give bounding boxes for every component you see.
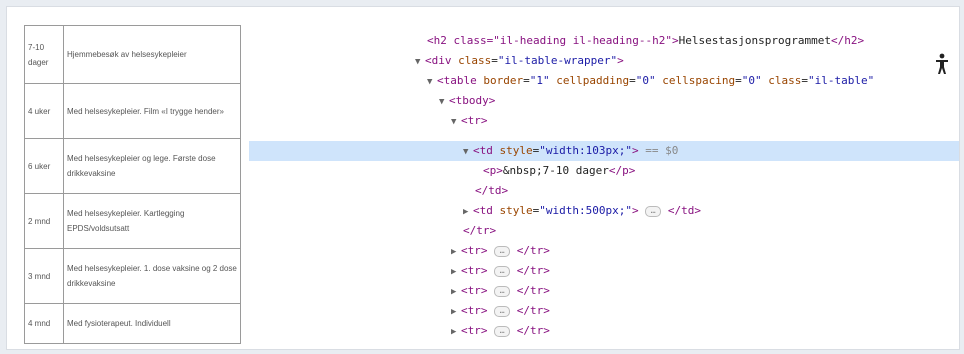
table-cellpadding-val: "0"	[635, 74, 656, 87]
td-tag: td	[479, 204, 493, 217]
expand-triangle-icon[interactable]: ▼	[451, 113, 461, 133]
collapsed-ellipsis-icon[interactable]: …	[494, 245, 511, 257]
td-style-attr: style	[499, 204, 533, 217]
tr-tag: tr	[467, 304, 481, 317]
td-close-tag: td	[681, 204, 695, 217]
collapsed-ellipsis-icon[interactable]: …	[494, 305, 511, 317]
tr-close-tag: tr	[530, 264, 544, 277]
collapsed-triangle-icon[interactable]: ▶	[463, 203, 473, 223]
helsestasjon-table: 7-10 dager Hjemmebesøk av helsesykepleier…	[24, 25, 241, 344]
node-tr[interactable]: ▼ <tr>	[451, 111, 959, 131]
table-border-val: "1"	[529, 74, 550, 87]
node-td-collapsed[interactable]: ▶ <td style="width:500px;"> … </td>	[463, 201, 959, 221]
collapsed-triangle-icon[interactable]: ▶	[451, 303, 461, 323]
description-cell: Med fysioterapeut. Individuell	[63, 303, 241, 344]
td-style-attr: style	[499, 144, 533, 157]
description-cell: Med helsesykepleier. 1. dose vaksine og …	[63, 248, 241, 304]
node-tr-collapsed[interactable]: ▶ <tr> … </tr>	[451, 281, 959, 301]
table-row: 7-10 dager Hjemmebesøk av helsesykepleier	[24, 25, 241, 84]
time-cell: 6 uker	[24, 138, 64, 194]
tr-close-tag: tr	[476, 224, 490, 237]
tr-tag: tr	[467, 114, 481, 127]
node-p[interactable]: <p>&nbsp;7-10 dager</p>	[483, 161, 959, 181]
node-tr-collapsed[interactable]: ▶ <tr> … </tr>	[451, 301, 959, 321]
collapsed-ellipsis-icon[interactable]: …	[645, 205, 662, 217]
h2-close-tag: </h2>	[831, 34, 865, 47]
table-row: 3 mnd Med helsesykepleier. 1. dose vaksin…	[24, 248, 241, 304]
time-cell: 7-10 dager	[24, 25, 64, 84]
description-cell: Hjemmebesøk av helsesykepleier	[63, 25, 241, 84]
description-cell: Med helsesykepleier. Kartlegging EPDS/vo…	[63, 193, 241, 249]
tr-close-tag: tr	[530, 244, 544, 257]
collapsed-ellipsis-icon[interactable]: …	[494, 265, 511, 277]
td-close-tag: td	[488, 184, 502, 197]
tr-tag: tr	[467, 284, 481, 297]
table-row: 6 uker Med helsesykepleier og lege. Først…	[24, 138, 241, 194]
td-style-val: "width:103px;"	[539, 144, 632, 157]
tr-close-tag: tr	[530, 324, 544, 337]
expand-triangle-icon[interactable]: ▼	[427, 73, 437, 93]
collapsed-triangle-icon[interactable]: ▶	[451, 243, 461, 263]
time-cell: 4 mnd	[24, 303, 64, 344]
tr-close-tag: tr	[530, 284, 544, 297]
collapsed-triangle-icon[interactable]: ▶	[451, 323, 461, 343]
elements-panel: <h2 class="il-heading il-heading--h2">He…	[249, 7, 959, 349]
table-class-val: "il-table"	[807, 74, 875, 87]
node-tr-collapsed[interactable]: ▶ <tr> … </tr>	[451, 261, 959, 281]
table-row: 2 mnd Med helsesykepleier. Kartlegging EP…	[24, 193, 241, 249]
table-cellspacing-attr: cellspacing	[662, 74, 736, 87]
table-cellspacing-val: "0"	[741, 74, 762, 87]
node-tr-collapsed[interactable]: ▶ <tr> … </tr>	[451, 241, 959, 261]
div-class-attr: class	[458, 54, 492, 67]
div-tag: div	[431, 54, 452, 67]
node-tr-close: </tr>	[463, 224, 497, 237]
node-tbody[interactable]: ▼ <tbody>	[439, 91, 959, 111]
div-class-val: "il-table-wrapper"	[497, 54, 618, 67]
description-cell: Med helsesykepleier. Film «I trygge hend…	[63, 83, 241, 139]
description-cell: Med helsesykepleier og lege. Første dose…	[63, 138, 241, 194]
table-border-attr: border	[483, 74, 524, 87]
collapsed-ellipsis-icon[interactable]: …	[494, 285, 511, 297]
selected-node-marker: == $0	[645, 144, 679, 157]
table-row: 4 uker Med helsesykepleier. Film «I trygg…	[24, 83, 241, 139]
accessibility-icon[interactable]	[935, 53, 949, 75]
collapsed-ellipsis-icon[interactable]: …	[494, 325, 511, 337]
node-h2[interactable]: <h2 class="il-heading il-heading--h2">He…	[427, 31, 959, 51]
expand-triangle-icon[interactable]: ▼	[463, 143, 473, 163]
h2-open-tag: <h2 class="il-heading il-heading--h2">	[427, 34, 679, 47]
expand-triangle-icon[interactable]: ▼	[439, 93, 449, 113]
time-cell: 2 mnd	[24, 193, 64, 249]
td-tag: td	[479, 144, 493, 157]
time-cell: 3 mnd	[24, 248, 64, 304]
td-style-val: "width:500px;"	[539, 204, 632, 217]
table-class-attr: class	[768, 74, 802, 87]
expand-triangle-icon[interactable]: ▼	[415, 53, 425, 73]
node-td-selected[interactable]: ▼ <td style="width:103px;"> == $0	[249, 141, 959, 161]
node-table[interactable]: ▼ <table border="1" cellpadding="0" cells…	[427, 71, 959, 91]
collapsed-triangle-icon[interactable]: ▶	[451, 263, 461, 283]
time-cell: 4 uker	[24, 83, 64, 139]
node-div-wrapper[interactable]: ▼ <div class="il-table-wrapper">	[415, 51, 959, 71]
node-tr-collapsed[interactable]: ▶ <tr> … </tr>	[451, 321, 959, 341]
tr-tag: tr	[467, 244, 481, 257]
tbody-tag: tbody	[455, 94, 489, 107]
tr-tag: tr	[467, 264, 481, 277]
h2-text: Helsestasjonsprogrammet	[678, 34, 831, 47]
node-td-close: </td>	[475, 184, 509, 197]
tr-tag: tr	[467, 324, 481, 337]
screenshot-frame: 7-10 dager Hjemmebesøk av helsesykepleier…	[6, 6, 960, 350]
table-row: 4 mnd Med fysioterapeut. Individuell	[24, 303, 241, 344]
p-text: &nbsp;7-10 dager	[502, 164, 609, 177]
table-cellpadding-attr: cellpadding	[556, 74, 630, 87]
table-tag: table	[443, 74, 477, 87]
tr-close-tag: tr	[530, 304, 544, 317]
collapsed-triangle-icon[interactable]: ▶	[451, 283, 461, 303]
